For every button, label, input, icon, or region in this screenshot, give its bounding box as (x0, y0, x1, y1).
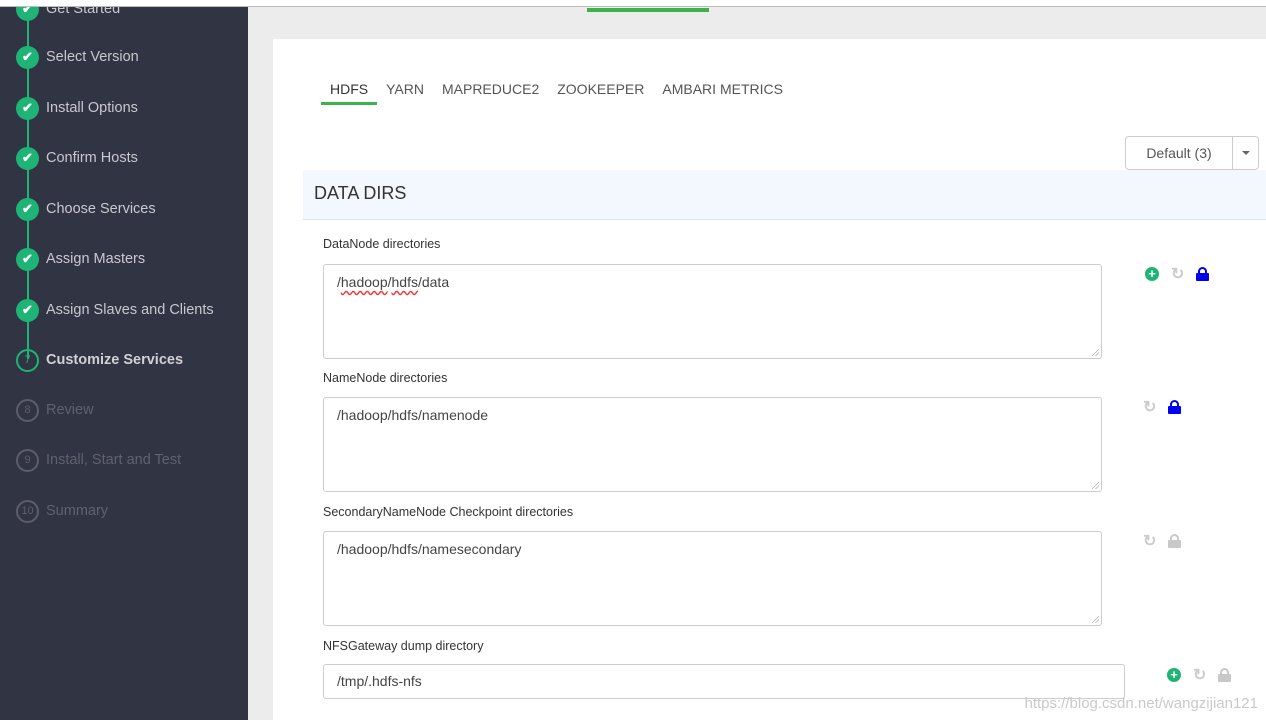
tab-zookeeper[interactable]: ZOOKEEPER (548, 81, 653, 105)
wizard-step[interactable]: ✔ Install Options (16, 96, 138, 120)
directory-input[interactable]: /tmp/.hdfs-nfs (323, 664, 1125, 699)
check-icon: ✔ (16, 7, 39, 21)
step-number: 9 (16, 448, 39, 472)
check-icon: ✔ (16, 247, 39, 271)
wizard-step[interactable]: ✔ Select Version (16, 45, 139, 69)
field-label: NFSGateway dump directory (323, 639, 484, 653)
directory-textarea[interactable]: /hadoop/hdfs/namenode (323, 397, 1102, 492)
config-group-dropdown[interactable] (1233, 136, 1259, 170)
caret-down-icon (1241, 151, 1250, 155)
wizard-step: 9 Install, Start and Test (16, 448, 181, 472)
step-label: Select Version (46, 49, 139, 65)
step-label: Assign Slaves and Clients (46, 302, 214, 318)
plus-icon[interactable]: + (1167, 668, 1181, 682)
plus-icon[interactable]: + (1145, 267, 1159, 281)
wizard-step[interactable]: ✔ Assign Masters (16, 247, 145, 271)
wizard-step[interactable]: ✔ Get Started (16, 7, 120, 21)
config-group-select[interactable]: Default (3) (1125, 136, 1259, 170)
config-group-button[interactable]: Default (3) (1125, 136, 1233, 170)
top-strip (0, 0, 1266, 7)
undo-icon[interactable]: ↻ (1143, 531, 1156, 551)
field-value: /hadoop/hdfs/data (337, 274, 450, 290)
wizard-step[interactable]: ✔ Assign Slaves and Clients (16, 298, 214, 322)
check-icon: ✔ (16, 298, 39, 322)
undo-icon[interactable]: ↻ (1171, 264, 1184, 284)
wizard-step[interactable]: ✔ Confirm Hosts (16, 146, 138, 170)
check-icon: ✔ (16, 45, 39, 69)
field-label: DataNode directories (323, 237, 441, 251)
step-label: Review (46, 402, 94, 418)
active-indicator (587, 8, 709, 12)
check-icon: ✔ (16, 197, 39, 221)
lock-icon[interactable] (1168, 400, 1182, 414)
tab-mapreduce2[interactable]: MAPREDUCE2 (433, 81, 548, 105)
step-label: Confirm Hosts (46, 150, 138, 166)
tab-hdfs[interactable]: HDFS (321, 81, 378, 105)
directory-textarea[interactable]: /hadoop/hdfs/namesecondary (323, 531, 1102, 626)
tab-yarn[interactable]: YARN (377, 81, 433, 105)
section-header: DATA DIRS (303, 170, 1266, 220)
step-label: Assign Masters (46, 251, 146, 267)
watermark: https://blog.csdn.net/wangzijian121 (1024, 695, 1259, 712)
check-icon: ✔ (16, 146, 39, 170)
content-card: HDFS YARN MAPREDUCE2 ZOOKEEPER AMBARI METRIC… (273, 39, 1266, 720)
step-label: Summary (46, 503, 109, 519)
lock-icon[interactable] (1196, 267, 1210, 281)
wizard-step: 10 Summary (16, 499, 108, 523)
wizard-step[interactable]: ✔ Choose Services (16, 197, 156, 221)
directory-textarea[interactable]: /hadoop/hdfs/data (323, 264, 1102, 359)
step-label: Get Started (46, 7, 121, 17)
step-number: 10 (16, 499, 39, 523)
step-label: Customize Services (46, 352, 184, 368)
tab-ambari-metrics[interactable]: AMBARI METRICS (653, 81, 792, 105)
field-label: NameNode directories (323, 371, 448, 385)
wizard-step: 8 Review (16, 398, 94, 422)
service-tabs: HDFS YARN MAPREDUCE2 ZOOKEEPER AMBARI METRIC… (321, 81, 792, 105)
check-icon: ✔ (16, 96, 39, 120)
step-label: Choose Services (46, 201, 156, 217)
wizard-step[interactable]: 7 Customize Services (16, 348, 183, 372)
step-number: 8 (16, 398, 39, 422)
lock-icon[interactable] (1218, 668, 1232, 682)
step-label: Install, Start and Test (46, 452, 182, 468)
step-label: Install Options (46, 100, 138, 116)
field-label: SecondaryNameNode Checkpoint directories (323, 505, 574, 519)
step-number: 7 (16, 348, 39, 372)
undo-icon[interactable]: ↻ (1143, 397, 1156, 417)
undo-icon[interactable]: ↻ (1193, 665, 1206, 685)
lock-icon[interactable] (1168, 534, 1182, 548)
wizard-sidebar: ✔ Get Started ✔ Select Version ✔ Install Opti… (0, 7, 248, 720)
